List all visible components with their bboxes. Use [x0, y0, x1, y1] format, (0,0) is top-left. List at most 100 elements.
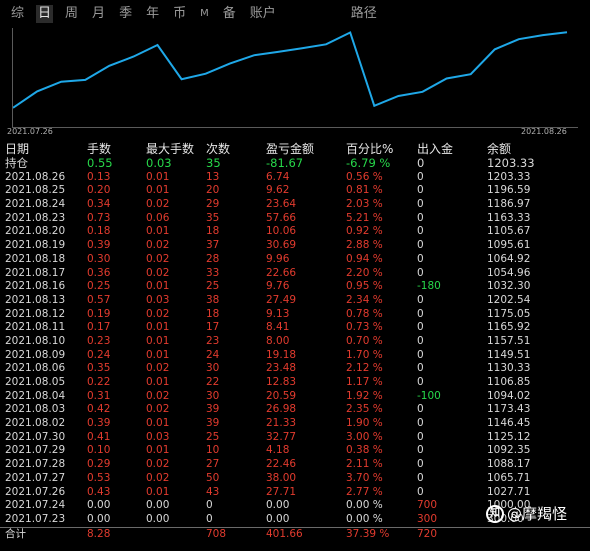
- col-header-pct[interactable]: 百分比%: [346, 141, 393, 157]
- cell-flow: 0: [417, 430, 424, 443]
- cell-lots: 0.18: [87, 225, 111, 238]
- col-header-date[interactable]: 日期: [5, 141, 29, 157]
- table-row[interactable]: 2021.08.09 0.24 0.01 24 19.18 1.70 % 0 1149.51: [0, 349, 590, 363]
- tab-6[interactable]: 币: [171, 5, 188, 23]
- table-row[interactable]: 2021.07.29 0.10 0.01 10 4.18 0.38 % 0 1092.35: [0, 444, 590, 458]
- cell-date: 2021.08.11: [5, 321, 66, 334]
- cell-max: 0.00: [146, 512, 170, 525]
- table-row[interactable]: 2021.08.06 0.35 0.02 30 23.48 2.12 % 0 1130.33: [0, 362, 590, 376]
- zhihu-logo-icon: 知: [486, 504, 504, 523]
- table-header: 日期 手数 最大手数 次数 盈亏金额 百分比% 出入金 余额: [0, 141, 590, 157]
- col-header-flow[interactable]: 出入金: [417, 141, 453, 157]
- table-row[interactable]: 2021.08.13 0.57 0.03 38 27.49 2.34 % 0 1202.54: [0, 294, 590, 308]
- table-row[interactable]: 2021.08.04 0.31 0.02 30 20.59 1.92 % -100 1094.…: [0, 390, 590, 404]
- cell-pct: 1.70 %: [346, 348, 383, 361]
- cell-pnl: 9.96: [266, 252, 290, 265]
- cell-pct: 2.77 %: [346, 485, 383, 498]
- table-row[interactable]: 2021.08.16 0.25 0.01 25 9.76 0.95 % -180 1032.3…: [0, 280, 590, 294]
- tab-8[interactable]: 备: [221, 5, 238, 23]
- table-row[interactable]: 2021.07.28 0.29 0.02 27 22.46 2.11 % 0 1088.17: [0, 458, 590, 472]
- col-header-balance[interactable]: 余额: [487, 141, 511, 157]
- table-row[interactable]: 2021.08.24 0.34 0.02 29 23.64 2.03 % 0 1186.97: [0, 198, 590, 212]
- col-header-count[interactable]: 次数: [206, 141, 230, 157]
- cell-max: 0.01: [146, 334, 170, 347]
- tab-10[interactable]: 路径: [349, 5, 379, 23]
- cell-pnl: 23.48: [266, 362, 297, 375]
- table-row[interactable]: 2021.08.05 0.22 0.01 22 12.83 1.17 % 0 1106.85: [0, 376, 590, 390]
- cell-balance: 1094.02: [487, 389, 531, 402]
- cell-balance: 1202.54: [487, 293, 531, 306]
- cell-count: 0: [206, 512, 213, 525]
- holding-count: 35: [206, 156, 221, 170]
- table-row[interactable]: 2021.07.30 0.41 0.03 25 32.77 3.00 % 0 1125.12: [0, 431, 590, 445]
- cell-count: 43: [206, 485, 220, 498]
- col-header-pnl[interactable]: 盈亏金额: [266, 141, 314, 157]
- cell-pct: 0.00 %: [346, 499, 383, 512]
- tab-4[interactable]: 季: [117, 5, 134, 23]
- cell-pnl: 20.59: [266, 389, 297, 402]
- cell-flow: 0: [417, 403, 424, 416]
- cell-flow: 0: [417, 170, 424, 183]
- cell-date: 2021.08.19: [5, 239, 66, 252]
- col-header-lots[interactable]: 手数: [87, 141, 111, 157]
- cell-lots: 0.31: [87, 389, 111, 402]
- cell-flow: 700: [417, 499, 438, 512]
- tab-3[interactable]: 月: [90, 5, 107, 23]
- col-header-max-lots[interactable]: 最大手数: [146, 141, 194, 157]
- tab-9[interactable]: 账户: [248, 5, 278, 23]
- table-row[interactable]: 2021.08.23 0.73 0.06 35 57.66 5.21 % 0 1163.33: [0, 212, 590, 226]
- cell-lots: 0.39: [87, 239, 111, 252]
- table-row[interactable]: 2021.08.11 0.17 0.01 17 8.41 0.73 % 0 1165.92: [0, 321, 590, 335]
- watermark: 知 @摩羯怪: [486, 503, 567, 524]
- cell-max: 0.01: [146, 417, 170, 430]
- cell-balance: 1092.35: [487, 444, 531, 457]
- tab-5[interactable]: 年: [144, 5, 161, 23]
- watermark-text: @摩羯怪: [507, 505, 568, 523]
- tab-1[interactable]: 日: [36, 5, 54, 23]
- cell-max: 0.03: [146, 430, 170, 443]
- cell-balance: 1186.97: [487, 198, 531, 211]
- balance-chart: [12, 28, 578, 128]
- table-row[interactable]: 2021.07.26 0.43 0.01 43 27.71 2.77 % 0 1027.71: [0, 486, 590, 500]
- table-row[interactable]: 2021.08.03 0.42 0.02 39 26.98 2.35 % 0 1173.43: [0, 403, 590, 417]
- table-row[interactable]: 2021.08.12 0.19 0.02 18 9.13 0.78 % 0 1175.05: [0, 308, 590, 322]
- cell-flow: 0: [417, 321, 424, 334]
- cell-balance: 1165.92: [487, 321, 531, 334]
- table-row[interactable]: 2021.08.26 0.13 0.01 13 6.74 0.56 % 0 1203.33: [0, 171, 590, 185]
- cell-flow: 0: [417, 211, 424, 224]
- holding-balance: 1203.33: [487, 156, 535, 170]
- cell-date: 2021.07.27: [5, 471, 66, 484]
- table-row[interactable]: 2021.08.10 0.23 0.01 23 8.00 0.70 % 0 1157.51: [0, 335, 590, 349]
- total-pnl: 401.66: [266, 527, 303, 540]
- cell-pct: 0.00 %: [346, 512, 383, 525]
- table-row[interactable]: 2021.07.27 0.53 0.02 50 38.00 3.70 % 0 1065.71: [0, 472, 590, 486]
- tab-7[interactable]: M: [198, 5, 211, 23]
- cell-date: 2021.08.20: [5, 225, 66, 238]
- table-row[interactable]: 2021.08.19 0.39 0.02 37 30.69 2.88 % 0 1095.61: [0, 239, 590, 253]
- cell-count: 28: [206, 252, 220, 265]
- tab-2[interactable]: 周: [63, 5, 80, 23]
- cell-lots: 0.73: [87, 211, 111, 224]
- table-row[interactable]: 2021.08.25 0.20 0.01 20 9.62 0.81 % 0 1196.59: [0, 184, 590, 198]
- cell-flow: -100: [417, 389, 441, 402]
- cell-lots: 0.41: [87, 430, 111, 443]
- cell-date: 2021.08.23: [5, 211, 66, 224]
- cell-flow: 300: [417, 512, 438, 525]
- cell-lots: 0.53: [87, 471, 111, 484]
- cell-max: 0.02: [146, 362, 170, 375]
- table-row[interactable]: 2021.08.17 0.36 0.02 33 22.66 2.20 % 0 1054.96: [0, 267, 590, 281]
- cell-lots: 0.29: [87, 458, 111, 471]
- tab-0[interactable]: 综: [9, 5, 26, 23]
- cell-balance: 1088.17: [487, 458, 531, 471]
- cell-date: 2021.08.17: [5, 266, 66, 279]
- cell-count: 0: [206, 499, 213, 512]
- cell-pnl: 57.66: [266, 211, 297, 224]
- cell-pnl: 0.00: [266, 499, 290, 512]
- holding-row[interactable]: 持仓 0.55 0.03 35 -81.67 -6.79 % 0 1203.33: [0, 156, 590, 171]
- total-count: 708: [206, 527, 227, 540]
- table-row[interactable]: 2021.08.18 0.30 0.02 28 9.96 0.94 % 0 1064.92: [0, 253, 590, 267]
- table-row[interactable]: 2021.08.20 0.18 0.01 18 10.06 0.92 % 0 1105.67: [0, 225, 590, 239]
- table-row[interactable]: 2021.08.02 0.39 0.01 39 21.33 1.90 % 0 1146.45: [0, 417, 590, 431]
- cell-date: 2021.08.09: [5, 348, 66, 361]
- cell-max: 0.01: [146, 348, 170, 361]
